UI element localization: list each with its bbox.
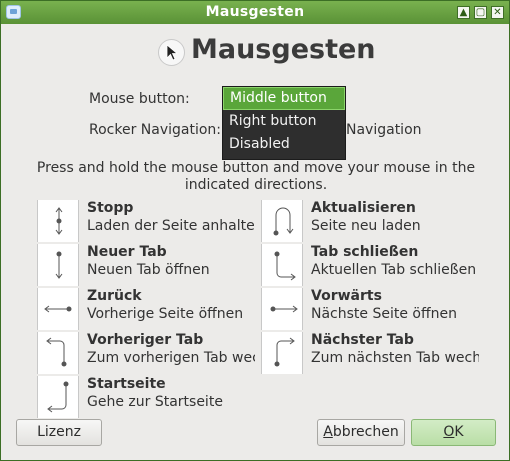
arrow-up-right-icon (261, 332, 303, 374)
titlebar[interactable]: Mausgesten ▲ ▢ ✕ (1, 1, 509, 24)
rocker-navigation-select[interactable]: Navigation (346, 122, 422, 138)
gesture-title: Vorwärts (311, 288, 382, 304)
dropdown-option-right[interactable]: Right button (223, 110, 345, 133)
gesture-desc: Gehe zur Startseite (87, 394, 223, 410)
gesture-close-tab: Tab schließen Aktuellen Tab schließen (261, 244, 479, 288)
dropdown-option-middle[interactable]: Middle button (223, 87, 345, 110)
cancel-label: bbrechen (332, 424, 399, 440)
ok-label: K (454, 424, 464, 440)
arrow-right-icon (261, 288, 303, 330)
gesture-back: Zurück Vorherige Seite öffnen (37, 288, 255, 332)
arrow-left-icon (37, 288, 79, 330)
gesture-title: Vorheriger Tab (87, 332, 204, 348)
gesture-desc: Aktuellen Tab schließen (311, 262, 477, 278)
gesture-title: Tab schließen (311, 244, 419, 260)
arrow-up-left-icon (37, 332, 79, 374)
gesture-desc: Seite neu laden (311, 218, 421, 234)
gesture-title: Neuer Tab (87, 244, 167, 260)
gesture-forward: Vorwärts Nächste Seite öffnen (261, 288, 479, 332)
mouse-button-label: Mouse button: (89, 91, 190, 107)
gesture-desc: Vorherige Seite öffnen (87, 306, 244, 322)
cancel-button[interactable]: Abbrechen (317, 419, 405, 446)
gesture-reload: Aktualisieren Seite neu laden (261, 200, 479, 244)
gesture-title: Zurück (87, 288, 142, 304)
gesture-title: Nächster Tab (311, 332, 414, 348)
instruction-line-2: indicated directions. (184, 177, 328, 193)
license-button[interactable]: Lizenz (16, 419, 102, 446)
ok-button[interactable]: OK (411, 419, 496, 446)
gesture-home: Startseite Gehe zur Startseite (37, 376, 255, 420)
mouse-button-dropdown[interactable]: Middle button Right button Disabled (222, 86, 346, 160)
cancel-accel: A (323, 424, 333, 440)
gesture-desc: Zum vorherigen Tab wechseln (87, 350, 255, 366)
maximize-button[interactable]: ▢ (474, 6, 487, 19)
gesture-desc: Zum nächsten Tab wechseln (311, 350, 479, 366)
window-title: Mausgesten (205, 4, 305, 20)
close-button[interactable]: ✕ (491, 6, 504, 19)
instruction-line-1: Press and hold the mouse button and move… (36, 160, 476, 176)
arrow-up-left-down-icon (37, 376, 79, 418)
gesture-next-tab: Nächster Tab Zum nächsten Tab wechseln (261, 332, 479, 376)
gesture-stop: Stopp Laden der Seite anhalten (37, 200, 255, 244)
shade-button[interactable]: ▲ (457, 6, 470, 19)
arrow-down-up-icon (37, 200, 79, 242)
mouse-cursor-icon (158, 39, 185, 66)
gesture-title: Startseite (87, 376, 166, 392)
arrow-down-right-icon (261, 244, 303, 286)
rocker-navigation-label: Rocker Navigation: (89, 122, 222, 138)
gesture-new-tab: Neuer Tab Neuen Tab öffnen (37, 244, 255, 288)
dialog-window: Mausgesten ▲ ▢ ✕ Mausgesten Mouse button… (0, 0, 510, 461)
gesture-desc: Laden der Seite anhalten (87, 218, 255, 234)
gesture-title: Aktualisieren (311, 200, 416, 216)
gesture-title: Stopp (87, 200, 134, 216)
page-title: Mausgesten (191, 34, 376, 65)
dropdown-option-disabled[interactable]: Disabled (223, 133, 345, 156)
arrow-down-icon (37, 244, 79, 286)
gesture-desc: Nächste Seite öffnen (311, 306, 457, 322)
gesture-desc: Neuen Tab öffnen (87, 262, 210, 278)
gesture-previous-tab: Vorheriger Tab Zum vorherigen Tab wechse… (37, 332, 255, 376)
arrow-down-up-loop-icon (261, 200, 303, 242)
ok-accel: O (443, 424, 455, 440)
